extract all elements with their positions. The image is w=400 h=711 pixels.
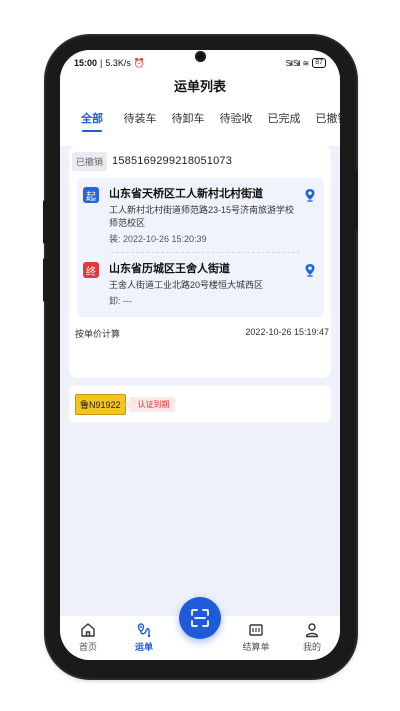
nav-profile-label: 我的 bbox=[302, 642, 321, 652]
start-stop: 起 山东省天桥区工人新村北村街道 工人新村北村街道师范路23-15号济南旅游学校… bbox=[83, 186, 318, 246]
power-button bbox=[354, 170, 358, 230]
end-location-icon[interactable] bbox=[304, 263, 316, 277]
signal-icon: Sıl Sıl bbox=[285, 58, 301, 68]
nav-home-label: 首页 bbox=[78, 642, 97, 652]
nav-waybill[interactable]: 运单 bbox=[116, 622, 172, 653]
license-plate: 鲁N91922 bbox=[75, 393, 126, 415]
waybill-icon bbox=[137, 623, 151, 638]
route-box: 起 山东省天桥区工人新村北村街道 工人新村北村街道师范路23-15号济南旅游学校… bbox=[77, 178, 324, 317]
scan-button[interactable] bbox=[179, 597, 221, 639]
order-datetime: 2022-10-26 15:19:47 bbox=[245, 327, 329, 337]
page-title: 运单列表 bbox=[173, 79, 226, 94]
waybill-card[interactable]: 已撤销 1585169299218051073 起 山东省天桥区工人新村北村街道… bbox=[69, 146, 331, 378]
status-right: Sıl Sıl ≋ 87 bbox=[286, 58, 326, 68]
load-time: 装: 2022-10-26 15:20:39 bbox=[109, 234, 207, 244]
tab-to-load[interactable]: 待装车 bbox=[116, 106, 164, 132]
front-camera bbox=[195, 51, 206, 62]
status-network-speed: 5.3K/s bbox=[105, 58, 131, 68]
end-body: 山东省历城区王舍人街道 王舍人街道工业北路20号楼恒大城西区 卸: --- bbox=[109, 261, 299, 308]
tab-completed[interactable]: 已完成 bbox=[260, 106, 308, 132]
tab-to-inspect[interactable]: 待验收 bbox=[212, 106, 260, 132]
start-address: 工人新村北村街道师范路23-15号济南旅游学校师范校区 bbox=[109, 205, 295, 228]
end-address: 王舍人街道工业北路20号楼恒大城西区 bbox=[109, 280, 264, 290]
volume-down-button bbox=[43, 258, 47, 302]
start-location-icon[interactable] bbox=[304, 188, 316, 202]
profile-icon bbox=[305, 623, 319, 638]
nav-settlement-label: 结算单 bbox=[242, 642, 270, 652]
volume-up-button bbox=[43, 200, 47, 244]
battery-icon: 87 bbox=[312, 58, 326, 68]
vehicle-row: 鲁N91922 认证到期 bbox=[69, 386, 331, 422]
order-number: 1585169299218051073 bbox=[112, 155, 233, 167]
start-title: 山东省天桥区工人新村北村街道 bbox=[109, 188, 263, 200]
top-area: 15:00 | 5.3K/s ⏰ Sıl Sıl ≋ 87 运单列表 全部 待装… bbox=[60, 50, 340, 146]
route-divider bbox=[111, 252, 300, 253]
alarm-icon: ⏰ bbox=[133, 57, 146, 68]
nav-home[interactable]: 首页 bbox=[60, 622, 116, 653]
tab-bar: 全部 待装车 待卸车 待验收 已完成 已撤销 bbox=[60, 106, 340, 132]
status-badge: 已撤销 bbox=[72, 151, 108, 171]
app-screen: 15:00 | 5.3K/s ⏰ Sıl Sıl ≋ 87 运单列表 全部 待装… bbox=[60, 50, 340, 660]
tab-to-unload[interactable]: 待卸车 bbox=[164, 106, 212, 132]
tab-all[interactable]: 全部 bbox=[68, 106, 116, 132]
start-body: 山东省天桥区工人新村北村街道 工人新村北村街道师范路23-15号济南旅游学校师范… bbox=[109, 186, 299, 246]
home-icon bbox=[81, 623, 95, 637]
scan-icon bbox=[191, 609, 209, 627]
nav-waybill-label: 运单 bbox=[134, 642, 153, 652]
end-marker-icon: 终 bbox=[83, 262, 99, 278]
tab-cancelled[interactable]: 已撤销 bbox=[308, 106, 341, 132]
pricing-method: 按单价计算 bbox=[75, 329, 121, 339]
card-header: 已撤销 1585169299218051073 bbox=[69, 146, 331, 171]
start-marker-icon: 起 bbox=[83, 187, 99, 203]
nav-profile[interactable]: 我的 bbox=[284, 622, 340, 653]
status-separator: | bbox=[100, 58, 103, 68]
certification-expired-tag: 认证到期 bbox=[124, 396, 175, 412]
end-title: 山东省历城区王舍人街道 bbox=[109, 263, 230, 275]
nav-settlement[interactable]: 结算单 bbox=[228, 622, 284, 653]
card-footer: 按单价计算 2022-10-26 15:19:47 bbox=[69, 317, 331, 340]
status-time: 15:00 bbox=[74, 58, 98, 68]
settlement-icon bbox=[249, 624, 263, 636]
end-stop: 终 山东省历城区王舍人街道 王舍人街道工业北路20号楼恒大城西区 卸: --- bbox=[83, 261, 318, 308]
wifi-icon: ≋ bbox=[302, 58, 310, 68]
unload-time: 卸: --- bbox=[109, 296, 132, 306]
